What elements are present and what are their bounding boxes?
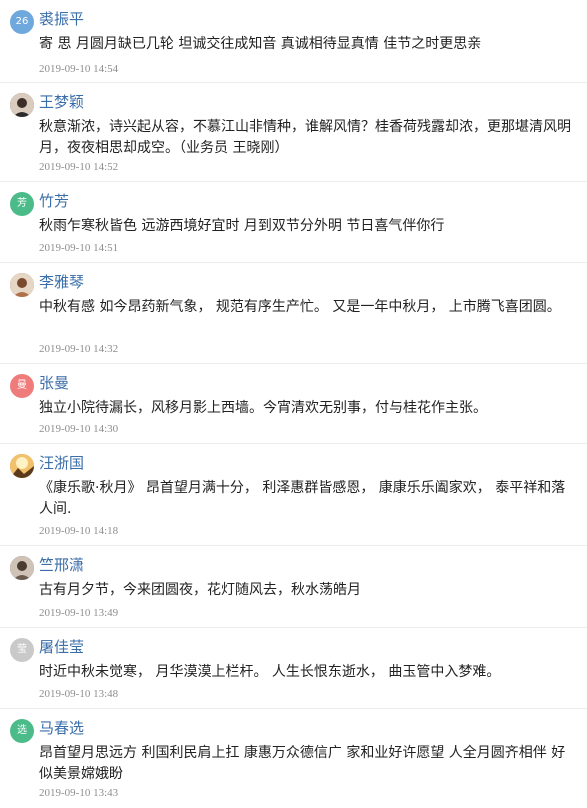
commenter-name[interactable]: 汪浙国	[39, 453, 84, 473]
avatar[interactable]: 曼	[10, 374, 34, 398]
avatar[interactable]: 26	[10, 10, 34, 34]
avatar-photo-icon	[10, 273, 34, 297]
commenter-name[interactable]: 竹芳	[39, 191, 69, 211]
comment-item: 竺邢潇 古有月夕节，今来团圆夜，花灯随风去，秋水荡皓月 2019-09-10 1…	[0, 546, 587, 628]
commenter-name[interactable]: 裘振平	[39, 9, 84, 29]
comment-item: 汪浙国 《康乐歌·秋月》 昂首望月满十分， 利泽惠群皆感恩， 康康乐乐阖家欢， …	[0, 444, 587, 546]
avatar[interactable]: 选	[10, 719, 34, 743]
commenter-name[interactable]: 张曼	[39, 373, 69, 393]
comment-text: 秋雨乍寒秋皆色 远游西境好宜时 月到双节分外明 节日喜气伴你行	[39, 218, 445, 234]
comment-text: 时近中秋未觉寒， 月华漠漠上栏杆。 人生长恨东逝水， 曲玉管中入梦难。	[39, 664, 501, 680]
avatar-photo-icon	[10, 556, 34, 580]
comment-time: 2019-09-10 14:54	[39, 63, 119, 75]
comment-text: 《康乐歌·秋月》 昂首望月满十分， 利泽惠群皆感恩， 康康乐乐阖家欢， 泰平祥和…	[39, 480, 566, 517]
commenter-name[interactable]: 屠佳莹	[39, 637, 84, 657]
comment-list: 26 裘振平 寄 思 月圆月缺已几轮 坦诚交往成知音 真诚相待显真情 佳节之时更…	[0, 0, 587, 808]
commenter-name[interactable]: 竺邢潇	[39, 555, 84, 575]
comment-item: 李雅琴 中秋有感 如今昂药新气象， 规范有序生产忙。 又是一年中秋月， 上市腾飞…	[0, 263, 587, 364]
comment-item: 选 马春选 昂首望月思远方 利国利民肩上扛 康惠万众德信广 家和业好许愿望 人全…	[0, 709, 587, 808]
comment-time: 2019-09-10 14:51	[39, 242, 119, 254]
commenter-name[interactable]: 王梦颖	[39, 92, 84, 112]
comment-text: 古有月夕节，今来团圆夜，花灯随风去，秋水荡皓月	[39, 582, 361, 598]
comment-time: 2019-09-10 13:48	[39, 688, 119, 700]
avatar[interactable]	[10, 454, 34, 478]
avatar[interactable]: 芳	[10, 192, 34, 216]
comment-item: 曼 张曼 独立小院待漏长，风移月影上西墙。今宵清欢无别事，付与桂花作主张。 20…	[0, 364, 587, 444]
avatar[interactable]	[10, 93, 34, 117]
commenter-name[interactable]: 马春选	[39, 718, 84, 738]
comment-text: 独立小院待漏长，风移月影上西墙。今宵清欢无别事，付与桂花作主张。	[39, 400, 487, 416]
comment-item: 芳 竹芳 秋雨乍寒秋皆色 远游西境好宜时 月到双节分外明 节日喜气伴你行 201…	[0, 182, 587, 263]
comment-text: 昂首望月思远方 利国利民肩上扛 康惠万众德信广 家和业好许愿望 人全月圆齐相伴 …	[39, 745, 566, 782]
comment-text: 秋意渐浓，诗兴起从容，不慕江山非情种，谁解风情？桂香荷残露却浓，更那堪清风明月，…	[39, 119, 571, 156]
comment-time: 2019-09-10 14:18	[39, 525, 119, 537]
avatar[interactable]	[10, 556, 34, 580]
comment-text: 寄 思 月圆月缺已几轮 坦诚交往成知音 真诚相待显真情 佳节之时更思亲	[39, 36, 482, 52]
comment-time: 2019-09-10 13:49	[39, 607, 119, 619]
comment-item: 莹 屠佳莹 时近中秋未觉寒， 月华漠漠上栏杆。 人生长恨东逝水， 曲玉管中入梦难…	[0, 628, 587, 709]
avatar-photo-icon	[10, 454, 34, 478]
avatar-photo-icon	[10, 93, 34, 117]
comment-text: 中秋有感 如今昂药新气象， 规范有序生产忙。 又是一年中秋月， 上市腾飞喜团圆。	[39, 299, 561, 315]
comment-time: 2019-09-10 13:43	[39, 787, 119, 799]
commenter-name[interactable]: 李雅琴	[39, 272, 84, 292]
comment-item: 26 裘振平 寄 思 月圆月缺已几轮 坦诚交往成知音 真诚相待显真情 佳节之时更…	[0, 0, 587, 83]
avatar[interactable]: 莹	[10, 638, 34, 662]
comment-time: 2019-09-10 14:30	[39, 423, 119, 435]
avatar[interactable]	[10, 273, 34, 297]
comment-item: 王梦颖 秋意渐浓，诗兴起从容，不慕江山非情种，谁解风情？桂香荷残露却浓，更那堪清…	[0, 83, 587, 182]
comment-time: 2019-09-10 14:32	[39, 343, 119, 355]
comment-time: 2019-09-10 14:52	[39, 161, 119, 173]
